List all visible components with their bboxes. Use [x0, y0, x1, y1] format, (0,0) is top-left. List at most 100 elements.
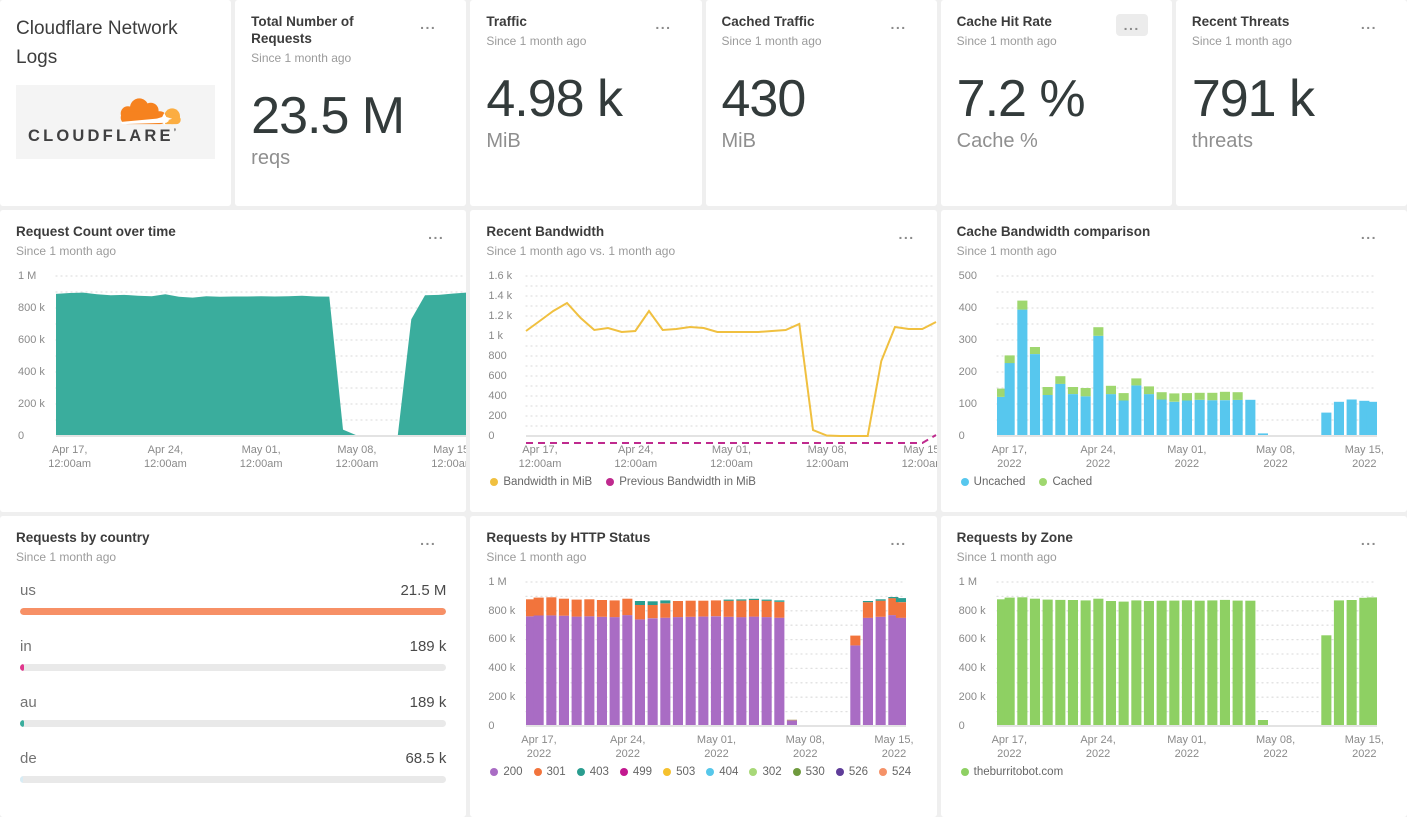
panel-menu-icon[interactable]: ... — [1355, 14, 1383, 34]
y-tick-label: 400 — [488, 389, 507, 402]
panel-menu-icon[interactable]: ... — [892, 224, 920, 244]
y-tick-label: 100 — [958, 397, 978, 410]
legend-item[interactable]: 404 — [706, 766, 738, 778]
legend-item[interactable]: Bandwidth in MiB — [490, 476, 592, 488]
x-tick-label: May 01, 12:00am — [710, 443, 753, 471]
stat-unit: threats — [1191, 130, 1253, 153]
country-label: us — [20, 581, 36, 599]
chart-plot[interactable] — [55, 275, 467, 446]
legend-item[interactable]: 524 — [879, 766, 911, 778]
chart-plot[interactable] — [525, 275, 937, 446]
country-bar — [20, 607, 447, 615]
legend-item[interactable]: Cached — [1039, 476, 1092, 488]
x-tick-label: May 01, 2022 — [696, 733, 737, 761]
y-tick-label: 0 — [958, 719, 965, 732]
legend-item[interactable]: 403 — [576, 766, 609, 778]
chart-plot[interactable] — [525, 581, 907, 736]
stat-unit: reqs — [251, 147, 291, 170]
x-tick-label: Apr 17, 12:00am — [48, 443, 92, 471]
chart-plot[interactable] — [996, 275, 1378, 446]
panel-menu-icon[interactable]: ... — [414, 530, 442, 550]
stat-unit: Cache % — [956, 130, 1038, 153]
chart-legend: Bandwidth in MiB Previous Bandwidth in Mi… — [486, 476, 936, 488]
country-row[interactable]: de 68.5 k — [16, 750, 450, 783]
request-count-chart: 0 200 k 400 k 600 k 800 k 1 M Apr 17, 12:00am Ap… — [16, 270, 467, 471]
legend-item[interactable]: Uncached — [960, 476, 1025, 488]
y-tick-label: 800 k — [958, 604, 986, 617]
legend-item[interactable]: 200 — [490, 766, 523, 778]
panel-title: Cache Hit Rate — [956, 14, 1052, 29]
panel-requests-by-zone: Requests by Zone Since 1 month ago ... 0… — [940, 516, 1407, 817]
x-tick-label: Apr 24, 2022 — [610, 733, 646, 761]
legend-item[interactable]: 301 — [533, 766, 566, 778]
y-tick-label: 500 — [958, 269, 978, 282]
panel-request-count: Request Count over time Since 1 month ag… — [0, 210, 467, 512]
y-tick-label: 0 — [488, 429, 495, 442]
x-tick-label: May 15, 2022 — [874, 733, 914, 761]
y-tick-label: 400 k — [18, 365, 45, 378]
panel-title: Requests by Zone — [956, 530, 1073, 545]
y-tick-label: 200 — [958, 365, 978, 378]
y-tick-label: 200 k — [18, 397, 45, 410]
y-tick-label: 800 k — [488, 604, 516, 617]
stat-card-total-requests: Total Number of Requests Since 1 month a… — [235, 0, 467, 206]
y-tick-label: 800 k — [18, 301, 45, 314]
legend-item[interactable]: 499 — [619, 766, 652, 778]
y-tick-label: 0 — [488, 719, 495, 732]
y-tick-label: 1 k — [488, 329, 504, 342]
stat-card-recent-threats: Recent Threats Since 1 month ago ... 791… — [1175, 0, 1407, 206]
country-row[interactable]: in 189 k — [16, 638, 450, 671]
panel-menu-icon[interactable]: ... — [649, 14, 677, 34]
x-tick-label: May 01, 2022 — [1167, 443, 1207, 471]
y-tick-label: 1.6 k — [488, 269, 513, 282]
panel-title: Cache Bandwidth comparison — [956, 224, 1151, 239]
x-tick-label: May 15,12:00am — [431, 443, 467, 471]
legend-item[interactable]: 503 — [663, 766, 695, 778]
y-tick-label: 600 — [488, 369, 507, 382]
x-tick-label: Apr 24, 12:00am — [144, 443, 187, 471]
legend-item[interactable]: theburritobot.com — [960, 766, 1063, 778]
recent-bandwidth-chart: 0 200 400 600 800 1 k 1.2 k 1.4 k 1.6 k Apr 17, 12… — [486, 270, 937, 488]
panel-menu-icon[interactable]: ... — [1355, 224, 1383, 244]
stat-value: 7.2 % — [956, 69, 1086, 128]
y-tick-label: 0 — [958, 429, 965, 442]
legend-item[interactable]: 526 — [835, 766, 868, 778]
panel-menu-icon[interactable]: ... — [1355, 530, 1383, 550]
x-tick-label: May 01, 2022 — [1167, 733, 1207, 761]
country-row[interactable]: us 21.5 M — [16, 582, 450, 615]
country-bar-track — [20, 775, 447, 783]
stat-unit: MiB — [721, 130, 756, 153]
panel-menu-icon[interactable]: ... — [422, 224, 450, 244]
panel-menu-icon[interactable]: ... — [414, 14, 442, 34]
panel-subtitle: Since 1 month ago — [956, 243, 1057, 258]
y-tick-label: 400 k — [488, 662, 516, 675]
panel-menu-icon[interactable]: ... — [1115, 14, 1148, 36]
y-tick-label: 200 k — [488, 691, 516, 704]
cloudflare-logo: CLOUDFLARE’ — [16, 84, 216, 159]
country-bar — [20, 663, 24, 671]
country-row[interactable]: au 189 k — [16, 694, 450, 727]
panel-subtitle: Since 1 month ago — [956, 33, 1057, 48]
x-tick-label: May 01, 12:00am — [239, 443, 283, 471]
y-tick-label: 300 — [958, 333, 978, 346]
panel-subtitle: Since 1 month ago — [251, 50, 352, 65]
legend-item[interactable]: 530 — [792, 766, 825, 778]
cache-bandwidth-chart: 0 100 200 300 400 500 Apr 17, 2022 Apr 24, 2022 Ma… — [957, 270, 1391, 488]
y-tick-label: 200 — [488, 409, 507, 422]
legend-item[interactable]: 302 — [749, 766, 782, 778]
legend-item[interactable]: Previous Bandwidth in MiB — [606, 476, 756, 488]
stat-unit: MiB — [486, 130, 521, 153]
stat-value: 23.5 M — [251, 86, 405, 145]
panel-subtitle: Since 1 month ago — [956, 549, 1057, 564]
panel-menu-icon[interactable]: ... — [884, 14, 912, 34]
x-tick-label: Apr 17, 2022 — [991, 443, 1028, 471]
requests-by-country-list: us 21.5 M in 189 k au 189 k de 68.5 k — [16, 582, 450, 783]
panel-menu-icon[interactable]: ... — [884, 530, 912, 550]
chart-plot[interactable] — [996, 581, 1378, 736]
panel-subtitle: Since 1 month ago — [16, 243, 117, 258]
x-tick-label: Apr 24, 12:00am — [614, 443, 658, 471]
x-tick-label: May 15, 2022 — [1344, 443, 1384, 471]
y-tick-label: 1 M — [958, 575, 977, 588]
panel-subtitle: Since 1 month ago — [486, 33, 587, 48]
dashboard: Cloudflare Network Logs CLOUDFLARE’ Tota… — [0, 0, 1407, 817]
